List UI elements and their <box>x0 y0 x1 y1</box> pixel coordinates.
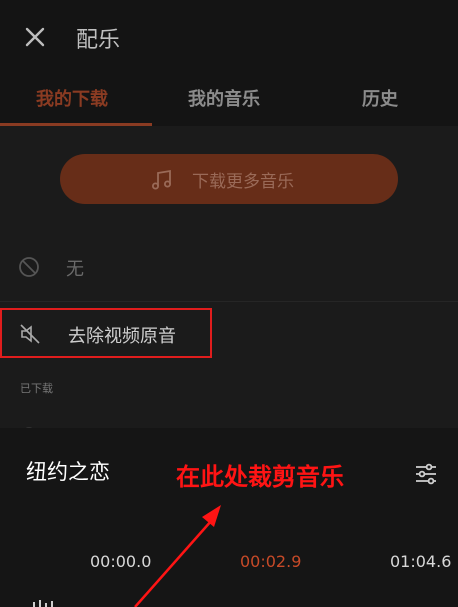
none-label: 无 <box>66 259 84 280</box>
remove-original-audio-option[interactable]: 去除视频原音 <box>0 308 212 358</box>
close-icon[interactable] <box>20 22 50 52</box>
no-music-icon <box>19 257 39 277</box>
page-title: 配乐 <box>76 28 121 53</box>
start-time: 00:00.0 <box>90 552 152 571</box>
mute-icon <box>20 324 40 344</box>
end-time: 01:04.6 <box>390 552 452 571</box>
active-tab-indicator <box>0 123 152 126</box>
music-note-icon <box>152 169 171 190</box>
music-option-none[interactable]: 无 <box>0 238 458 300</box>
tab-history[interactable]: 历史 <box>362 85 398 111</box>
sliders-icon[interactable] <box>412 460 440 488</box>
remove-original-audio-label: 去除视频原音 <box>68 326 176 347</box>
download-more-label: 下载更多音乐 <box>192 172 294 192</box>
current-time: 00:02.9 <box>240 552 302 571</box>
tab-my-downloads[interactable]: 我的下载 <box>36 85 108 111</box>
top-bar: 配乐 <box>0 0 458 72</box>
music-trim-panel: 纽约之恋 00:00.0 00:02.9 01:04.6 <box>0 428 458 607</box>
downloaded-section-header: 已下载 <box>20 382 53 395</box>
song-title: 纽约之恋 <box>26 460 110 484</box>
divider <box>0 301 458 302</box>
annotation-label: 在此处裁剪音乐 <box>176 463 344 491</box>
download-more-music-button[interactable]: 下载更多音乐 <box>60 154 398 204</box>
tab-bar: 我的下载 我的音乐 历史 <box>0 72 458 126</box>
waveform-icon <box>33 600 53 607</box>
tab-my-music[interactable]: 我的音乐 <box>188 85 260 111</box>
